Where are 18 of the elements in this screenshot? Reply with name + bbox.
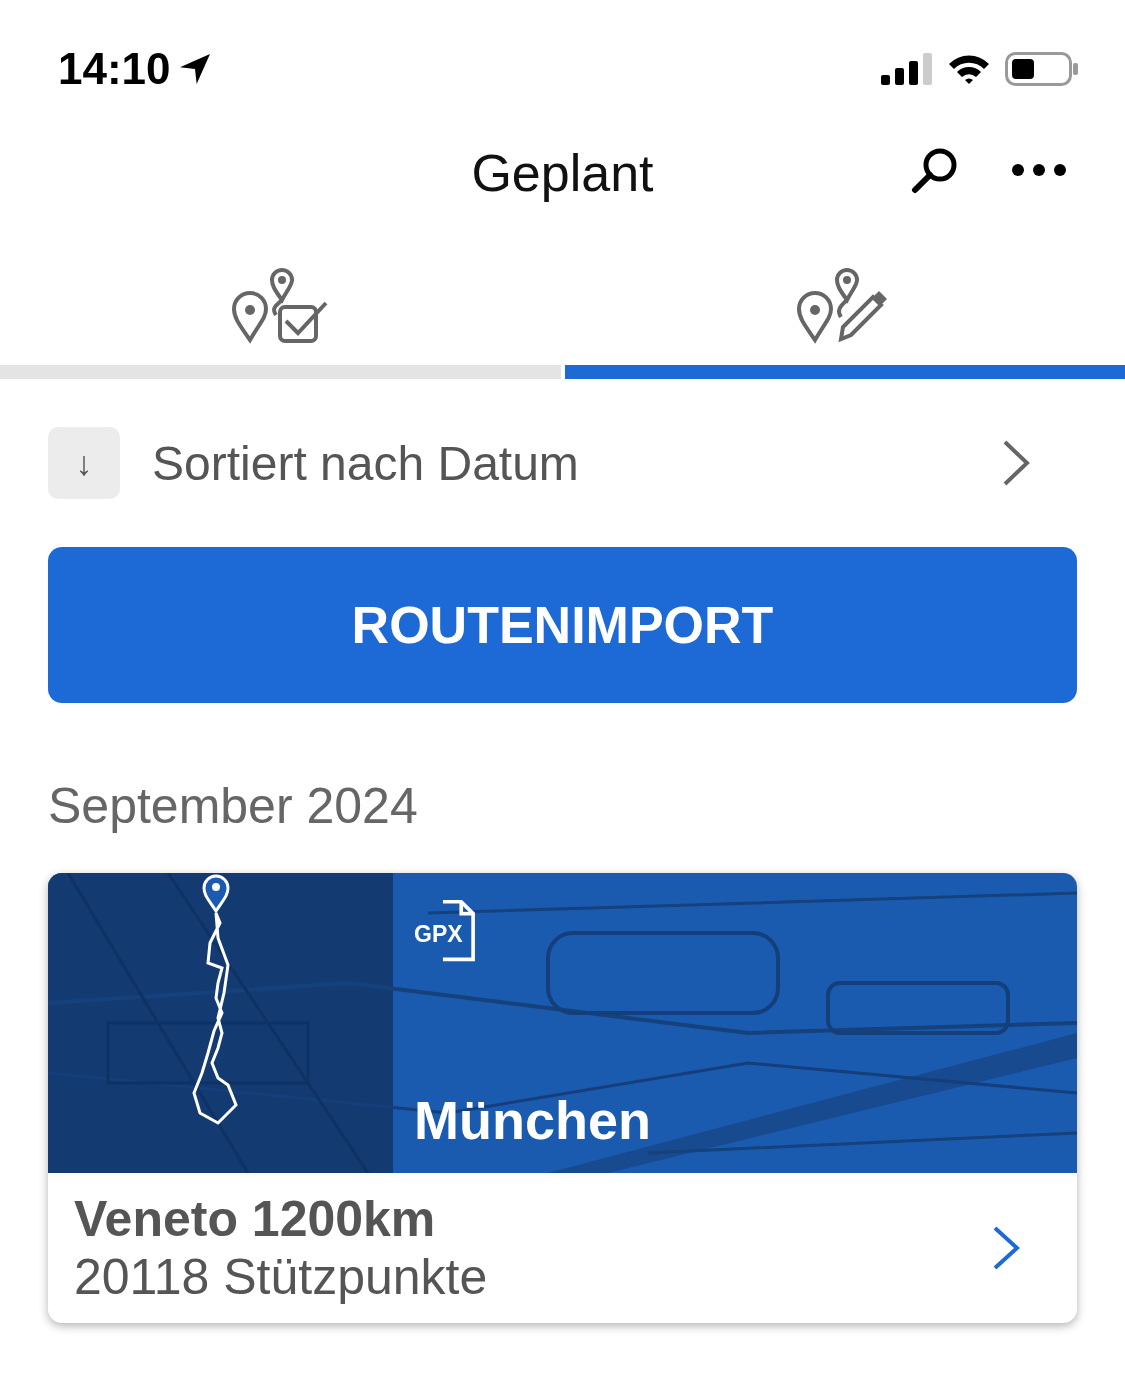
- sort-label: Sortiert nach Datum: [152, 435, 580, 491]
- section-heading: September 2024: [48, 777, 419, 835]
- signal-icon: [881, 53, 933, 85]
- route-start: München: [414, 1089, 651, 1151]
- page-title: Geplant: [471, 142, 654, 203]
- route-title: Veneto 1200km: [74, 1190, 437, 1248]
- status-time: 14:10: [58, 44, 171, 94]
- route-card[interactable]: GPX München Veneto 1200km 20118 Stützpunkte: [48, 873, 1077, 1323]
- import-button[interactable]: ROUTENIMPORT: [48, 547, 1077, 703]
- wifi-icon: [947, 53, 991, 85]
- chevron-right-icon: [1001, 438, 1031, 488]
- battery-icon: [1005, 52, 1079, 86]
- sort-row[interactable]: ↓ Sortiert nach Datum: [0, 379, 1125, 499]
- chevron-right-icon: [991, 1225, 1021, 1271]
- gpx-file-badge: GPX: [414, 899, 482, 967]
- route-subtitle: 20118 Stützpunkte: [74, 1248, 489, 1306]
- sort-direction-badge[interactable]: ↓: [48, 427, 120, 499]
- more-icon[interactable]: [1011, 163, 1067, 177]
